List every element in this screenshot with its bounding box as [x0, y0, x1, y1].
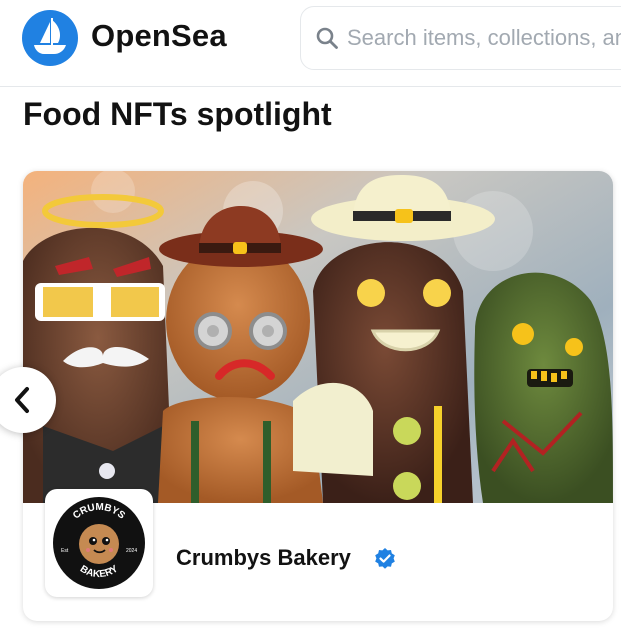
collection-card[interactable]: CRUMBYS BAKERY Est 2024 Crumbys Bakery — [23, 171, 613, 621]
top-navbar: OpenSea — [0, 0, 621, 87]
opensea-logo-icon[interactable] — [22, 10, 78, 66]
verified-badge-icon — [373, 547, 397, 576]
avatar-year: 2024 — [126, 548, 137, 554]
collection-avatar[interactable]: CRUMBYS BAKERY Est 2024 — [45, 489, 153, 597]
avatar-est-label: Est — [61, 548, 69, 554]
search-input[interactable] — [347, 21, 621, 55]
collection-banner-image — [23, 171, 613, 503]
search-icon — [315, 26, 339, 55]
collection-name[interactable]: Crumbys Bakery — [176, 545, 351, 571]
search-bar[interactable] — [300, 6, 621, 70]
brand-name[interactable]: OpenSea — [91, 18, 227, 54]
section-title: Food NFTs spotlight — [23, 96, 332, 132]
